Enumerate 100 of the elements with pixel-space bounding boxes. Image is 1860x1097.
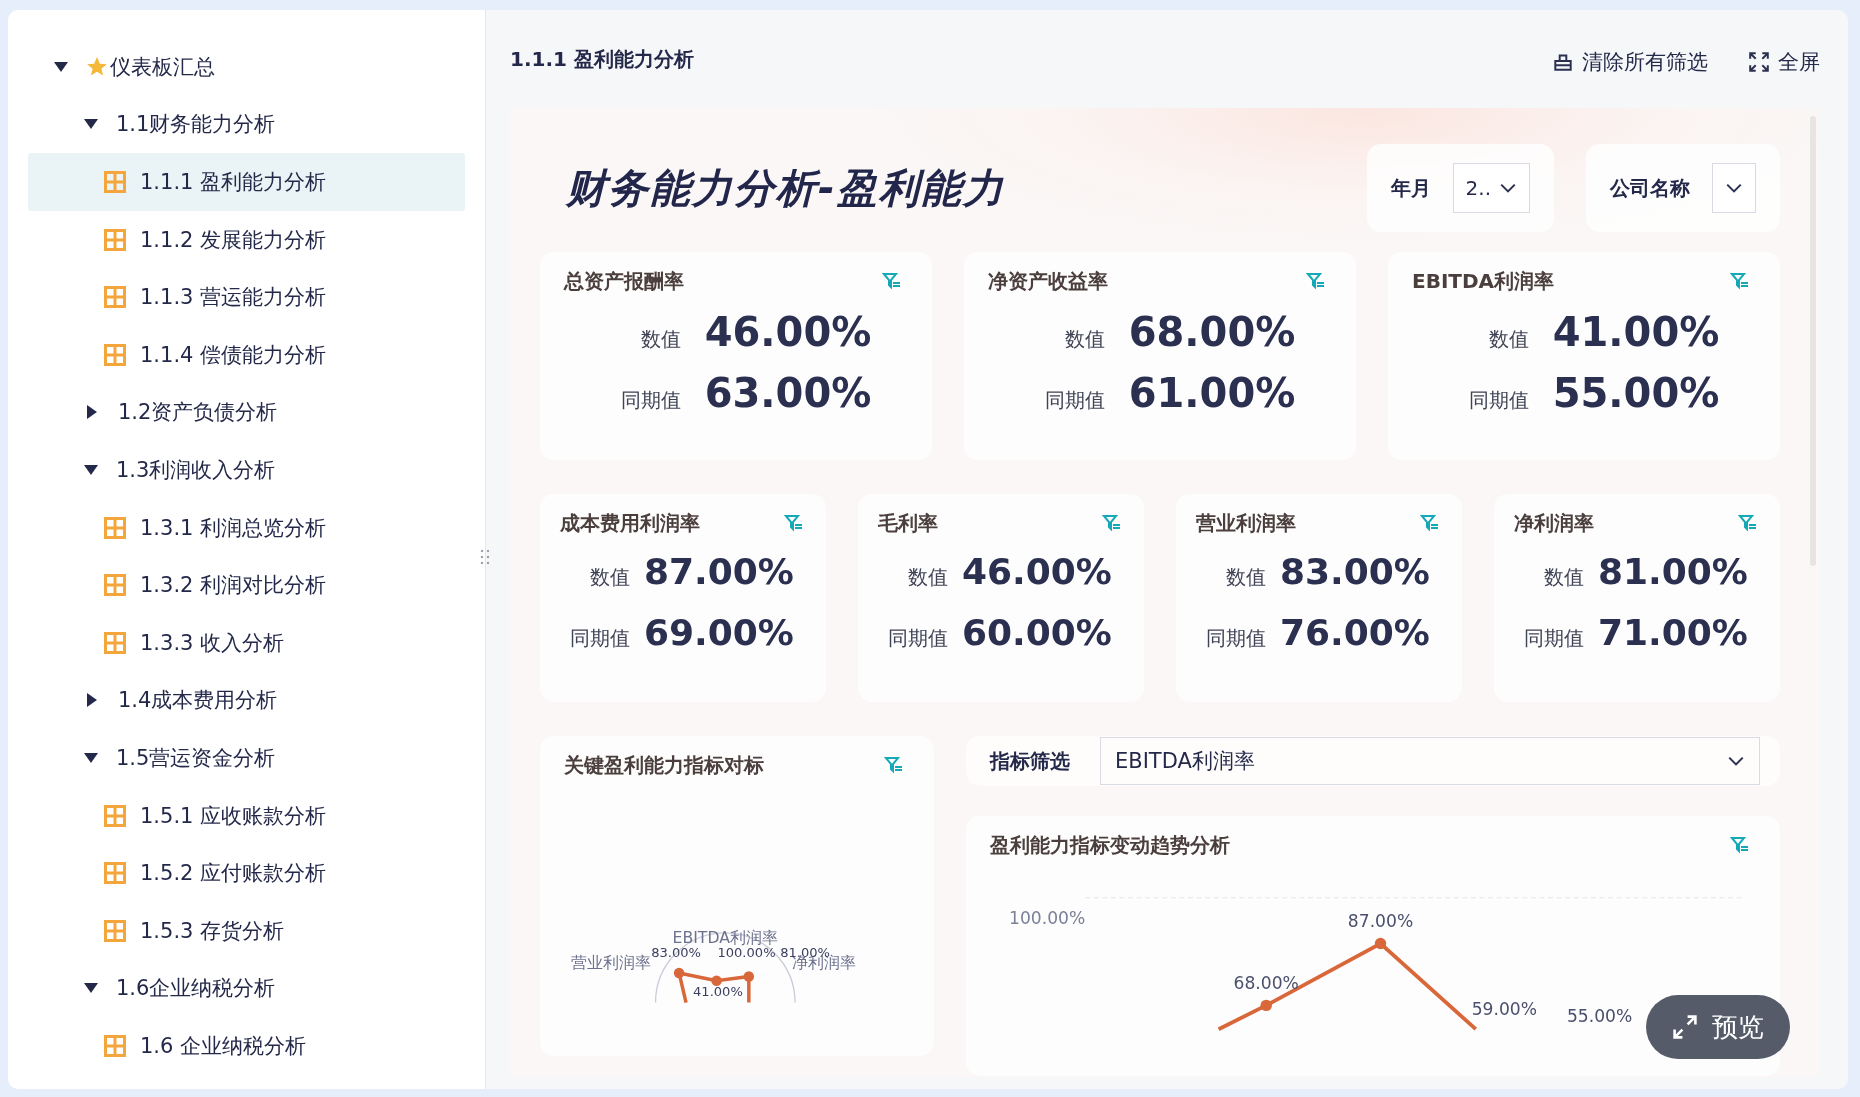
tree-label: 1.1.4 偿债能力分析 (140, 341, 327, 369)
tree-label: 1.1.1 盈利能力分析 (140, 169, 327, 196)
tree-item[interactable]: 1.6企业纳税分析 (28, 959, 465, 1018)
tree-item[interactable]: 1.3.1 利润总览分析 (28, 498, 465, 557)
metric-label: 同期值 (1523, 625, 1584, 652)
tree-label: 1.3利润收入分析 (116, 456, 276, 484)
metric-label: 数值 (907, 564, 948, 591)
axis-label: EBITDA利润率 (672, 928, 778, 948)
card-title: 营业利润率 (1196, 510, 1296, 537)
metric-label: 数值 (1063, 326, 1105, 353)
dashboard-icon (104, 228, 126, 251)
action-button[interactable]: 清除所有筛选 (1552, 48, 1708, 76)
action-button[interactable]: 全屏 (1748, 48, 1820, 76)
dashboard-icon (104, 343, 126, 366)
scale-label: 100.00% (717, 945, 776, 961)
metric-value: 63.00% (704, 370, 872, 416)
metric-label: 数值 (589, 564, 630, 591)
page-title: 1.1.1 盈利能力分析 (510, 46, 694, 73)
metric-value: 81.00% (1598, 551, 1748, 592)
tree-item[interactable]: 1.3.2 利润对比分析 (28, 556, 465, 614)
tree-label: 1.5.3 存货分析 (140, 917, 285, 945)
dashboard-title: 财务能力分析-盈利能力 (566, 163, 1005, 213)
metric-value: 87.00% (644, 551, 794, 592)
tree-label: 仪表板汇总 (110, 53, 215, 81)
dashboard-icon (104, 516, 126, 539)
data-label: 68.00% (1233, 973, 1299, 994)
tree-item[interactable]: 1.4成本费用分析 (28, 671, 465, 730)
star-icon (86, 55, 108, 78)
dashboard-icon (104, 286, 126, 309)
card-title: 净资产收益率 (988, 268, 1108, 295)
tree-item[interactable]: 1.5营运资金分析 (28, 729, 465, 787)
expand-icon (1672, 1014, 1698, 1040)
dashboard-icon (104, 574, 126, 597)
data-label: 59.00% (1471, 998, 1537, 1019)
tree-label: 1.1.2 发展能力分析 (140, 226, 327, 254)
filter-label: 指标筛选 (990, 747, 1070, 775)
tree-item[interactable]: 1.1.2 发展能力分析 (28, 210, 465, 269)
tree-item[interactable]: 1.2资产负债分析 (28, 383, 465, 442)
dashboard-icon (104, 631, 126, 654)
tree-item[interactable]: 1.5.2 应付账款分析 (28, 844, 465, 902)
card-title: 盈利能力指标变动趋势分析 (990, 832, 1230, 859)
tree-label: 1.1财务能力分析 (116, 111, 276, 139)
axis-tick-label: 100.00% (1009, 908, 1086, 929)
card-title: 总资产报酬率 (564, 268, 684, 295)
data-label: 55.00% (1566, 1005, 1633, 1026)
tree-label: 1.3.3 收入分析 (140, 629, 285, 657)
filter-dropdown[interactable]: 2.. (1452, 163, 1530, 213)
tree-label: 1.5.1 应收账款分析 (140, 802, 327, 830)
metric-label: 数值 (1225, 564, 1266, 591)
card-title: 关键盈利能力指标对标 (564, 752, 764, 779)
data-label: 87.00% (1347, 911, 1414, 932)
card-title: 毛利率 (878, 510, 938, 537)
metric-label: 同期值 (887, 625, 948, 652)
tree-label: 1.5.2 应付账款分析 (140, 860, 327, 888)
metric-value: 68.00% (1128, 309, 1296, 355)
metric-value: 61.00% (1128, 370, 1296, 416)
data-label: 83.00% (651, 945, 701, 961)
tree-item[interactable]: 1.5.3 存货分析 (28, 901, 465, 960)
tree-item[interactable]: 1.1.4 偿债能力分析 (28, 325, 465, 384)
card-title: 成本费用利润率 (560, 510, 700, 537)
dashboard-icon (104, 1034, 126, 1057)
indicator-dropdown[interactable]: EBITDA利润率 (1100, 737, 1760, 785)
metric-label: 数值 (1487, 326, 1529, 353)
fullscreen-icon (1748, 51, 1770, 73)
axis-label: 营业利润率 (571, 952, 652, 972)
metric-value: 60.00% (962, 612, 1112, 653)
tree-item[interactable]: 1.6 企业纳税分析 (28, 1017, 465, 1075)
resize-handle-icon[interactable] (479, 548, 491, 568)
metric-value: 69.00% (644, 612, 794, 653)
filter-label: 年月 (1390, 174, 1431, 202)
tree-item[interactable]: 1.3利润收入分析 (28, 441, 465, 499)
dashboard-icon (104, 919, 126, 942)
tree-item[interactable]: 1.5.1 应收账款分析 (28, 786, 465, 845)
metric-label: 同期值 (1043, 387, 1105, 414)
preview-button[interactable]: 预览 (1646, 995, 1790, 1059)
card-title: EBITDA利润率 (1412, 268, 1555, 295)
metric-value: 83.00% (1280, 551, 1430, 592)
tree-label: 1.2资产负债分析 (118, 399, 278, 427)
tree-item[interactable]: 1.1.1 盈利能力分析 (28, 153, 465, 211)
tree-label: 1.6 企业纳税分析 (140, 1032, 307, 1060)
metric-value: 76.00% (1280, 612, 1430, 653)
dashboard-icon (104, 171, 126, 193)
dashboard-icon (104, 804, 126, 827)
metric-value: 46.00% (704, 309, 872, 355)
metric-label: 同期值 (569, 625, 630, 652)
metric-label: 数值 (1543, 564, 1584, 591)
tree-label: 1.6企业纳税分析 (116, 975, 276, 1003)
metric-label: 同期值 (1205, 625, 1266, 652)
metric-value: 71.00% (1598, 612, 1748, 653)
metric-value: 41.00% (1552, 309, 1720, 355)
tree-item[interactable]: 1.3.3 收入分析 (28, 613, 465, 672)
tree-label: 1.3.1 利润总览分析 (140, 514, 327, 542)
tree-item[interactable]: 1.1财务能力分析 (28, 95, 465, 154)
tree-item[interactable]: 仪表板汇总 (28, 38, 465, 96)
metric-value: 46.00% (962, 551, 1112, 592)
tree-item[interactable]: 1.1.3 营运能力分析 (28, 268, 465, 326)
metric-value: 55.00% (1552, 370, 1720, 416)
dashboard-icon (104, 862, 126, 885)
metric-label: 数值 (639, 326, 681, 353)
filter-dropdown[interactable] (1712, 163, 1756, 213)
